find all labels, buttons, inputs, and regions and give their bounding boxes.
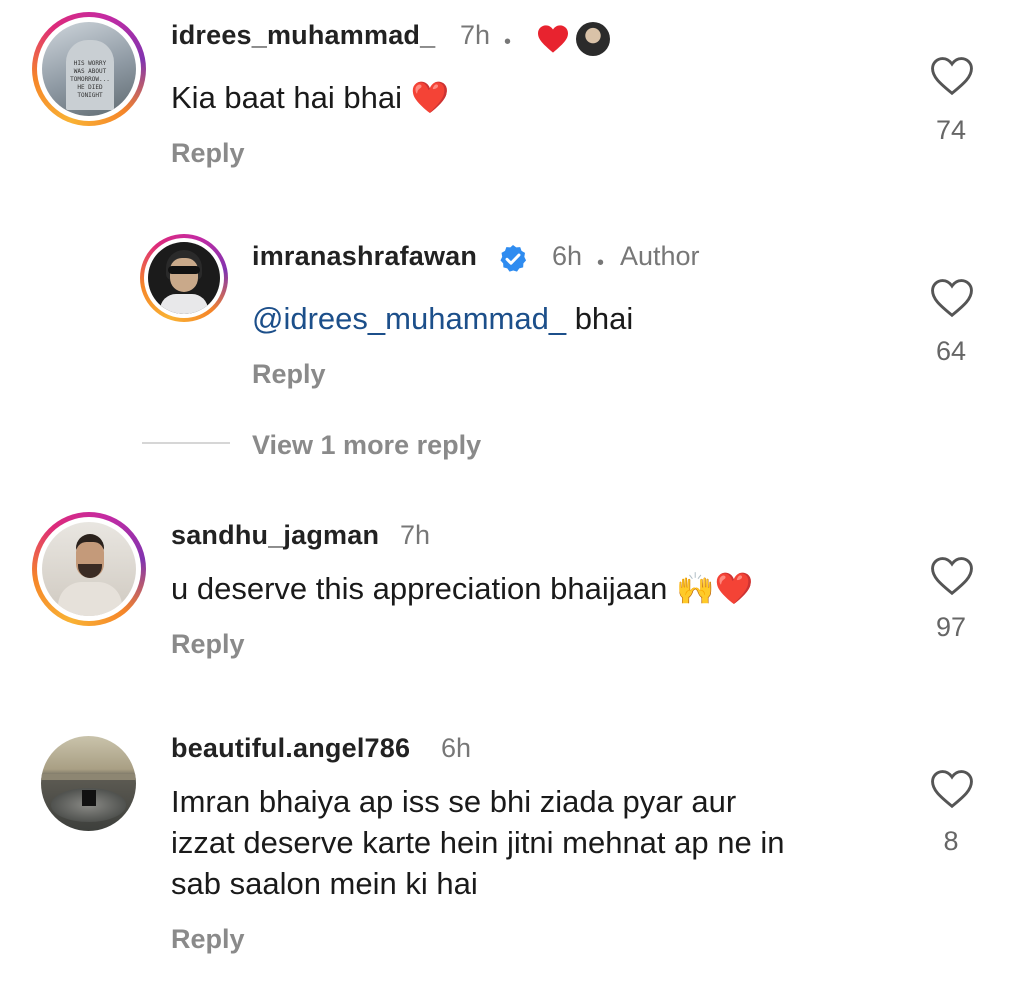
- raising-hands-heart-emoji: 🙌❤️: [675, 571, 754, 606]
- comment-username[interactable]: idrees_muhammad_: [171, 20, 435, 51]
- avatar[interactable]: [42, 522, 136, 616]
- avatar-tombstone-text: HIS WORRY WAS ABOUT TOMORROW... HE DIED …: [70, 60, 110, 99]
- comment-text-line-2: izzat deserve karte hein jitni mehnat ap…: [171, 825, 785, 860]
- heart-emoji: ❤️: [410, 80, 450, 115]
- like-count: 74: [935, 115, 967, 145]
- comment-text: u deserve this appreciation bhaijaan 🙌❤️: [171, 571, 754, 606]
- view-more-divider: [142, 442, 230, 444]
- like-heart-icon[interactable]: [930, 278, 974, 318]
- separator-dot: •: [504, 31, 512, 53]
- reply-button[interactable]: Reply: [171, 138, 245, 169]
- reply-button[interactable]: Reply: [252, 359, 326, 390]
- comment-username[interactable]: sandhu_jagman: [171, 520, 379, 551]
- comment-text: Kia baat hai bhai ❤️: [171, 80, 450, 115]
- reply-button[interactable]: Reply: [171, 924, 245, 955]
- like-heart-icon[interactable]: [930, 556, 974, 596]
- like-heart-icon[interactable]: [930, 56, 974, 96]
- reply-button[interactable]: Reply: [171, 629, 245, 660]
- reply-time: 6h: [552, 241, 583, 271]
- like-count: 97: [935, 612, 967, 642]
- reply-username[interactable]: imranashrafawan: [252, 241, 477, 272]
- like-count: 64: [935, 336, 967, 366]
- author-label: Author: [620, 241, 700, 271]
- mention-link[interactable]: @idrees_muhammad_: [252, 301, 566, 336]
- like-count: 8: [943, 826, 959, 856]
- comment-text-line-1: Imran bhaiya ap iss se bhi ziada pyar au…: [171, 784, 737, 819]
- comment-time: 7h: [400, 520, 431, 550]
- comment-time: 7h: [460, 20, 491, 50]
- avatar[interactable]: [41, 736, 136, 831]
- comment-username[interactable]: beautiful.angel786: [171, 733, 410, 764]
- avatar[interactable]: HIS WORRY WAS ABOUT TOMORROW... HE DIED …: [42, 22, 136, 116]
- separator-dot: •: [597, 252, 605, 274]
- reply-text: @idrees_muhammad_ bhai: [252, 301, 634, 336]
- comment-time: 6h: [441, 733, 472, 763]
- verified-badge-icon: [500, 245, 527, 272]
- avatar[interactable]: [148, 242, 220, 314]
- view-more-replies-button[interactable]: View 1 more reply: [252, 430, 481, 461]
- like-heart-icon[interactable]: [930, 769, 974, 809]
- comment-text-line-3: sab saalon mein ki hai: [171, 866, 478, 901]
- author-liked-heart-icon: [538, 25, 568, 53]
- author-mini-avatar: [576, 22, 610, 56]
